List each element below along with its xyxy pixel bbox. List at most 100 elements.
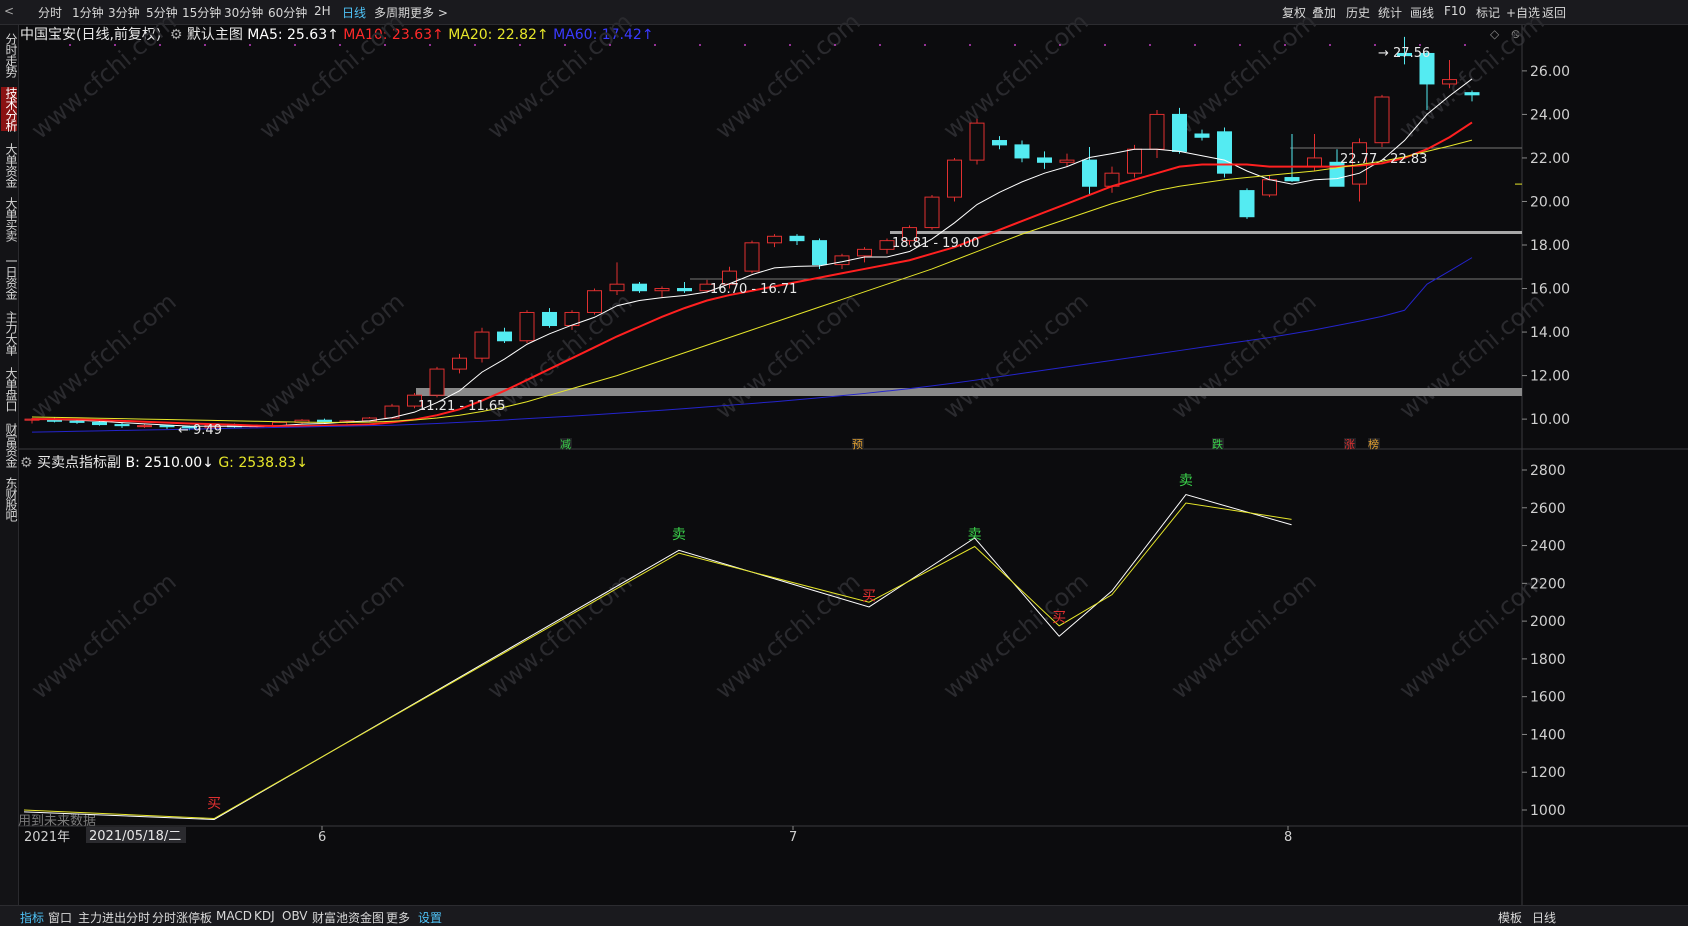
indicator-line-g bbox=[23, 502, 1292, 820]
event-dot bbox=[519, 44, 521, 46]
support-line-18 bbox=[890, 231, 1522, 234]
event-marker-1: 预 bbox=[852, 438, 863, 451]
event-dot bbox=[1329, 44, 1331, 46]
candle-body bbox=[924, 196, 940, 229]
bottom-tab-3[interactable]: 分时涨停板 bbox=[152, 909, 212, 926]
watermark-text: www.cfchi.com bbox=[938, 7, 1094, 144]
bottom-tab-1[interactable]: 窗口 bbox=[48, 909, 72, 926]
event-dot bbox=[429, 44, 431, 46]
watermark-text: www.cfchi.com bbox=[938, 287, 1094, 424]
bottom-tab-8[interactable]: 更多 bbox=[386, 909, 410, 926]
bottom-tab-5[interactable]: KDJ bbox=[254, 909, 275, 923]
candle-body bbox=[519, 311, 535, 342]
event-dot bbox=[609, 44, 611, 46]
event-dot bbox=[384, 44, 386, 46]
event-dot bbox=[294, 44, 296, 46]
sub-y-tick-label: 2000 bbox=[1530, 614, 1566, 630]
event-marker-2: 跌 bbox=[1212, 437, 1223, 451]
candle-body bbox=[1014, 144, 1030, 159]
watermark-text: www.cfchi.com bbox=[938, 567, 1094, 704]
y-tick-label: 24.00 bbox=[1530, 107, 1570, 123]
x-axis-month-0: 6 bbox=[318, 830, 326, 845]
candle-body bbox=[429, 368, 445, 396]
bottom-tab-0[interactable]: 指标 bbox=[20, 909, 44, 926]
watermark-text: www.cfchi.com bbox=[482, 7, 638, 144]
candle-body bbox=[1172, 113, 1187, 152]
candle-body bbox=[1442, 79, 1457, 85]
candle-body bbox=[654, 288, 670, 292]
bottom-right-0[interactable]: 模板 bbox=[1498, 909, 1522, 926]
x-axis-cursor-date: 2021/05/18/二 bbox=[89, 829, 181, 844]
bottom-right-1[interactable]: 日线 bbox=[1532, 909, 1556, 926]
candle-body bbox=[137, 425, 152, 428]
candle-body bbox=[992, 140, 1007, 146]
price-annotation-1: 22.77 - 22.83 bbox=[1340, 152, 1427, 167]
candle-body bbox=[609, 283, 625, 292]
signal-label-3: 卖 bbox=[968, 527, 982, 543]
sub-y-tick-label: 2200 bbox=[1530, 576, 1566, 592]
event-dot bbox=[69, 44, 71, 46]
watermark-text: www.cfchi.com bbox=[1394, 567, 1550, 704]
sub-y-tick-label: 1200 bbox=[1530, 765, 1566, 781]
event-marker-0: 减 bbox=[560, 438, 571, 451]
event-dot bbox=[564, 44, 566, 46]
watermark-text: www.cfchi.com bbox=[710, 287, 866, 424]
event-dot bbox=[159, 44, 161, 46]
candle-body bbox=[1127, 148, 1142, 174]
candle-body bbox=[159, 425, 175, 428]
watermark-text: www.cfchi.com bbox=[1166, 287, 1322, 424]
sub-y-tick-label: 2600 bbox=[1530, 501, 1566, 517]
event-dot bbox=[1014, 44, 1016, 46]
candle-body bbox=[1464, 92, 1480, 96]
event-dot bbox=[744, 44, 746, 46]
event-dot bbox=[834, 44, 836, 46]
candle-body bbox=[767, 235, 782, 244]
event-marker-4: 榜 bbox=[1368, 437, 1379, 451]
event-dot bbox=[879, 44, 881, 46]
y-tick-label: 22.00 bbox=[1530, 151, 1570, 167]
candle-body bbox=[947, 159, 962, 198]
watermark-text: www.cfchi.com bbox=[254, 567, 410, 704]
sub-y-tick-label: 1400 bbox=[1530, 727, 1566, 743]
x-axis-month-2: 8 bbox=[1284, 830, 1292, 845]
candle-body bbox=[677, 288, 692, 292]
price-annotation-5: ← 9.49 bbox=[178, 423, 222, 438]
candle-body bbox=[474, 331, 490, 359]
price-annotation-2: 18.81 - 19.00 bbox=[892, 236, 979, 251]
signal-label-5: 卖 bbox=[1179, 473, 1193, 489]
event-dot bbox=[1374, 44, 1376, 46]
candle-body bbox=[587, 290, 602, 313]
y-tick-label: 20.00 bbox=[1530, 194, 1570, 210]
bottom-tab-6[interactable]: OBV bbox=[282, 909, 308, 923]
watermark-text: www.cfchi.com bbox=[710, 567, 866, 704]
watermark-text: www.cfchi.com bbox=[710, 7, 866, 144]
bottom-tab-7[interactable]: 财富池资金图 bbox=[312, 909, 384, 926]
candle-body bbox=[812, 240, 827, 266]
event-dot bbox=[1239, 44, 1241, 46]
event-dot bbox=[114, 44, 116, 46]
event-dot bbox=[1464, 44, 1466, 46]
signal-label-2: 买 bbox=[862, 588, 876, 604]
sub-y-tick-label: 2800 bbox=[1530, 463, 1566, 479]
watermark-text: www.cfchi.com bbox=[1166, 567, 1322, 704]
sub-y-tick-label: 2400 bbox=[1530, 539, 1566, 555]
event-dot bbox=[699, 44, 701, 46]
candle-body bbox=[789, 235, 805, 242]
y-tick-label: 14.00 bbox=[1530, 325, 1570, 341]
candle-body bbox=[1082, 159, 1097, 187]
watermark-text: www.cfchi.com bbox=[26, 287, 182, 424]
event-dot bbox=[474, 44, 476, 46]
bottom-tab-bar: 指标 窗口 主力进出分时 分时涨停板 MACD KDJ OBV 财富池资金图 更多 设置 模板 日线 bbox=[0, 905, 1688, 926]
chart-canvas: www.cfchi.com www.cfchi.com www.cfchi.com w… bbox=[18, 7, 1688, 905]
event-dot bbox=[204, 44, 206, 46]
event-dot bbox=[1194, 44, 1196, 46]
sub-y-tick-label: 1800 bbox=[1530, 652, 1566, 668]
candle-body bbox=[542, 311, 557, 327]
candle-body bbox=[1194, 133, 1210, 138]
bottom-tab-9[interactable]: 设置 bbox=[418, 909, 442, 926]
bottom-tab-4[interactable]: MACD bbox=[216, 909, 252, 923]
y-tick-label: 12.00 bbox=[1530, 369, 1570, 385]
candle-body bbox=[497, 331, 512, 342]
event-dot bbox=[924, 44, 926, 46]
bottom-tab-2[interactable]: 主力进出分时 bbox=[78, 909, 150, 926]
